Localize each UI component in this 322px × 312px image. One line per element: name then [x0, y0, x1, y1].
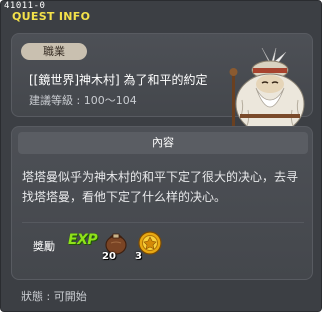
- job-tag: 職業: [21, 43, 87, 60]
- quest-summary-panel: 職業 [[鏡世界]神木村] 為了和平的約定 建議等級 : 100～104: [11, 33, 313, 144]
- quest-description: 塔塔曼似乎为神木村的和平下定了很大的决心，去寻找塔塔曼，看他下定了什么样的决心。: [22, 170, 299, 204]
- reward-label: 獎勵: [33, 240, 55, 253]
- quest-info-window: 41011-0 QUEST INFO 職業 [[鏡世界]神木村] 為了和平的約定…: [0, 0, 322, 312]
- reward-item-coin[interactable]: 3: [135, 229, 163, 262]
- exp-icon: EXP: [68, 232, 98, 248]
- quest-status: 狀態 : 可開始: [21, 290, 87, 303]
- quest-name: [[鏡世界]神木村] 為了和平的約定: [29, 73, 208, 87]
- content-header: 內容: [18, 132, 308, 154]
- window-title: QUEST INFO: [12, 10, 91, 23]
- quest-content-panel: 內容 塔塔曼似乎为神木村的和平下定了很大的决心，去寻找塔塔曼，看他下定了什么样的…: [11, 126, 313, 280]
- reward-item-bag[interactable]: 20: [102, 229, 130, 262]
- recommended-level: 建議等級 : 100～104: [29, 94, 137, 107]
- reward-item-count: 3: [135, 251, 142, 262]
- reward-item-count: 20: [102, 251, 116, 262]
- reward-divider: [22, 222, 304, 223]
